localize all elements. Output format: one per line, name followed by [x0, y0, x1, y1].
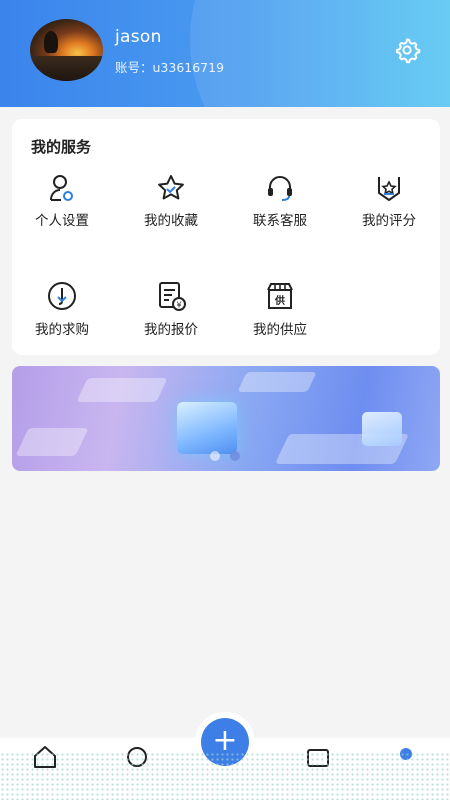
carousel-dot[interactable]	[210, 451, 220, 461]
service-label: 我的评分	[362, 213, 416, 229]
services-title: 我的服务	[31, 138, 92, 156]
account-number: 账号：u33616719	[115, 60, 225, 75]
profile-header: jason 账号：u33616719	[0, 0, 450, 107]
banner-cube-small	[362, 412, 402, 446]
service-label: 我的收藏	[144, 213, 198, 229]
settings-button[interactable]	[393, 36, 421, 64]
carousel-dot-active[interactable]	[230, 451, 240, 461]
person-settings-icon	[50, 175, 73, 201]
service-label: 我的求购	[35, 322, 89, 338]
banner-slab	[76, 378, 168, 402]
avatar-tree	[44, 31, 58, 53]
service-personal-settings[interactable]: 个人设置	[12, 173, 112, 243]
avatar[interactable]	[30, 19, 103, 81]
star-icon	[158, 175, 184, 200]
promo-banner[interactable]	[12, 366, 440, 471]
banner-slab	[237, 372, 317, 392]
supply-store-icon: 供	[267, 283, 293, 309]
services-card: 我的服务 个人设置 我的收藏 联系客服 我的评分 我的求购 ¥ 我的报价 供 我…	[12, 119, 440, 355]
service-label: 我的供应	[253, 322, 307, 338]
service-favorites[interactable]: 我的收藏	[121, 173, 221, 243]
quotation-icon: ¥	[159, 282, 186, 311]
service-my-rating[interactable]: 我的评分	[339, 173, 439, 243]
service-label: 我的报价	[144, 322, 198, 338]
rating-badge-icon	[378, 177, 400, 202]
avatar-ground	[30, 56, 103, 81]
service-label: 联系客服	[253, 213, 307, 229]
username: jason	[115, 27, 162, 47]
banner-slab	[15, 428, 89, 456]
service-purchase-request[interactable]: 我的求购	[12, 280, 112, 350]
headset-icon	[268, 176, 292, 201]
svg-text:¥: ¥	[176, 301, 181, 310]
service-label: 个人设置	[35, 213, 89, 229]
svg-text:供: 供	[274, 294, 285, 307]
banner-cube	[177, 402, 237, 454]
service-customer-support[interactable]: 联系客服	[230, 173, 330, 243]
purchase-request-icon	[48, 282, 76, 310]
carousel-indicators	[210, 451, 240, 461]
gear-icon	[395, 38, 421, 64]
service-supply[interactable]: 供 我的供应	[230, 280, 330, 350]
screen-noise-overlay	[0, 752, 450, 800]
service-quotation[interactable]: ¥ 我的报价	[121, 280, 221, 350]
